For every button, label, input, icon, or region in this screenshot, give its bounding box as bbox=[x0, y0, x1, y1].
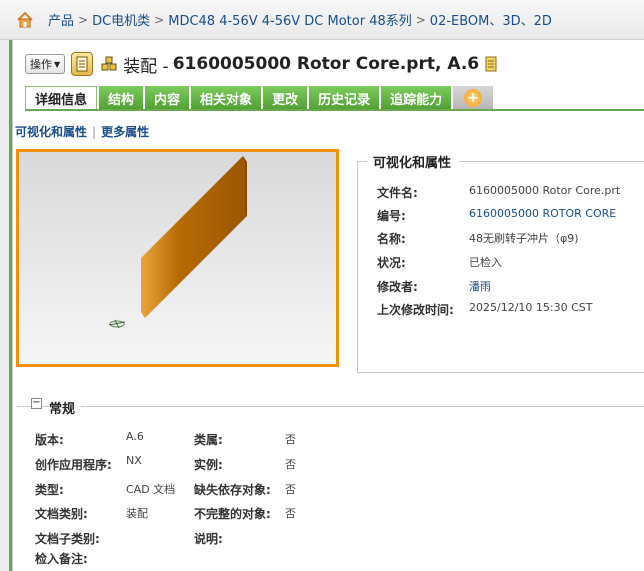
tab-structure[interactable]: 结构 bbox=[99, 86, 144, 110]
prop-value: 48无刷转子冲片（φ9) bbox=[469, 232, 579, 245]
visualization-link[interactable]: 可视化和属性 bbox=[15, 123, 87, 140]
actions-menu-button[interactable]: 操作 ▼ bbox=[25, 54, 66, 74]
general-value: NX bbox=[126, 454, 142, 467]
tab-related-objects[interactable]: 相关对象 bbox=[191, 86, 262, 110]
general-label: 缺失依存对象: bbox=[194, 483, 271, 497]
more-attributes-link[interactable]: 更多属性 bbox=[101, 123, 149, 140]
breadcrumb: 产品 > DC电机类 > MDC48 4-56V 4-56V DC Motor … bbox=[0, 0, 644, 40]
general-label: 创作应用程序: bbox=[35, 458, 112, 472]
subnav: 可视化和属性 | 更多属性 bbox=[15, 123, 149, 140]
general-label: 文档类别: bbox=[35, 507, 88, 521]
status-value: 已检入 bbox=[469, 256, 502, 269]
plus-icon: + bbox=[464, 89, 483, 107]
prop-label: 名称: bbox=[377, 232, 406, 246]
page-title: 6160005000 Rotor Core.prt, A.6 bbox=[172, 54, 480, 74]
breadcrumb-separator: > bbox=[415, 12, 426, 27]
prop-row-number: 编号: 6160005000 ROTOR CORE bbox=[377, 207, 616, 224]
general-label: 不完整的对象: bbox=[194, 507, 271, 521]
actions-label: 操作 bbox=[30, 58, 52, 71]
general-label: 类型: bbox=[35, 483, 64, 497]
home-icon[interactable] bbox=[16, 11, 34, 29]
breadcrumb-separator: > bbox=[78, 12, 89, 27]
tab-content[interactable]: 内容 bbox=[145, 86, 190, 110]
general-label: 版本: bbox=[35, 433, 64, 447]
general-value: CAD 文档 bbox=[126, 483, 176, 496]
modified-by-link[interactable]: 潘雨 bbox=[469, 278, 491, 295]
tab-details[interactable]: 详细信息 bbox=[25, 86, 98, 110]
prop-value: 6160005000 Rotor Core.prt bbox=[469, 184, 621, 197]
rotor-core-preview bbox=[108, 156, 247, 329]
breadcrumb-products[interactable]: 产品 bbox=[48, 10, 74, 29]
general-value: 装配 bbox=[126, 507, 148, 520]
tab-underline bbox=[25, 109, 644, 111]
section-divider bbox=[17, 406, 644, 407]
thumbnail-viewer[interactable] bbox=[16, 149, 339, 367]
general-value: 否 bbox=[285, 507, 296, 520]
general-label: 检入备注: bbox=[35, 552, 88, 566]
general-label: 类属: bbox=[194, 433, 223, 447]
main-content: 操作 ▼ 装配 - 6160005000 Rotor Core.prt, A.6 bbox=[12, 40, 644, 571]
prop-row-status: 状况: 已检入 bbox=[377, 254, 502, 271]
number-link[interactable]: 6160005000 ROTOR CORE bbox=[469, 207, 616, 224]
prop-label: 文件名: bbox=[377, 186, 418, 200]
general-label: 说明: bbox=[194, 532, 223, 546]
tab-history[interactable]: 历史记录 bbox=[309, 86, 380, 110]
left-strip bbox=[0, 40, 12, 571]
document-icon bbox=[76, 56, 88, 72]
note-icon[interactable] bbox=[485, 56, 497, 72]
general-value: 否 bbox=[285, 433, 296, 446]
caret-down-icon: ▼ bbox=[54, 59, 61, 69]
prop-row-name: 名称: 48无刷转子冲片（φ9) bbox=[377, 230, 579, 247]
prop-row-modified-by: 修改者: 潘雨 bbox=[377, 278, 491, 295]
breadcrumb-dc-motor[interactable]: DC电机类 bbox=[92, 10, 150, 29]
breadcrumb-mdc48[interactable]: MDC48 4-56V 4-56V DC Motor 48系列 bbox=[168, 10, 412, 29]
prop-label: 编号: bbox=[377, 209, 406, 223]
general-value: 否 bbox=[285, 458, 296, 471]
breadcrumb-separator: > bbox=[154, 12, 165, 27]
prop-label: 上次修改时间: bbox=[377, 303, 454, 317]
axis-triad bbox=[108, 319, 126, 329]
general-label: 实例: bbox=[194, 458, 223, 472]
assembly-icon bbox=[101, 56, 117, 71]
tab-changes[interactable]: 更改 bbox=[263, 86, 308, 110]
general-section-title: 常规 bbox=[49, 398, 82, 417]
prop-label: 修改者: bbox=[377, 280, 418, 294]
visualization-attributes-title: 可视化和属性 bbox=[367, 152, 460, 171]
tab-traceability[interactable]: 追踪能力 bbox=[381, 86, 452, 110]
document-icon-button[interactable] bbox=[71, 52, 94, 76]
collapse-general-button[interactable]: − bbox=[31, 398, 42, 409]
prop-value: 2025/12/10 15:30 CST bbox=[469, 301, 593, 314]
breadcrumb-ebom[interactable]: 02-EBOM、3D、2D bbox=[430, 10, 552, 29]
prop-row-last-modified: 上次修改时间: 2025/12/10 15:30 CST bbox=[377, 301, 592, 318]
object-type-label: 装配 - bbox=[123, 56, 169, 77]
object-header: 操作 ▼ 装配 - 6160005000 Rotor Core.prt, A.6 bbox=[25, 50, 497, 78]
general-value: A.6 bbox=[126, 430, 144, 443]
subnav-separator: | bbox=[92, 124, 97, 139]
prop-row-filename: 文件名: 6160005000 Rotor Core.prt bbox=[377, 184, 620, 201]
add-tab-button[interactable]: + bbox=[453, 86, 494, 110]
general-label: 文档子类别: bbox=[35, 532, 100, 546]
tab-bar: 详细信息 结构 内容 相关对象 更改 历史记录 追踪能力 + bbox=[25, 86, 495, 110]
prop-label: 状况: bbox=[377, 256, 406, 270]
general-value: 否 bbox=[285, 483, 296, 496]
